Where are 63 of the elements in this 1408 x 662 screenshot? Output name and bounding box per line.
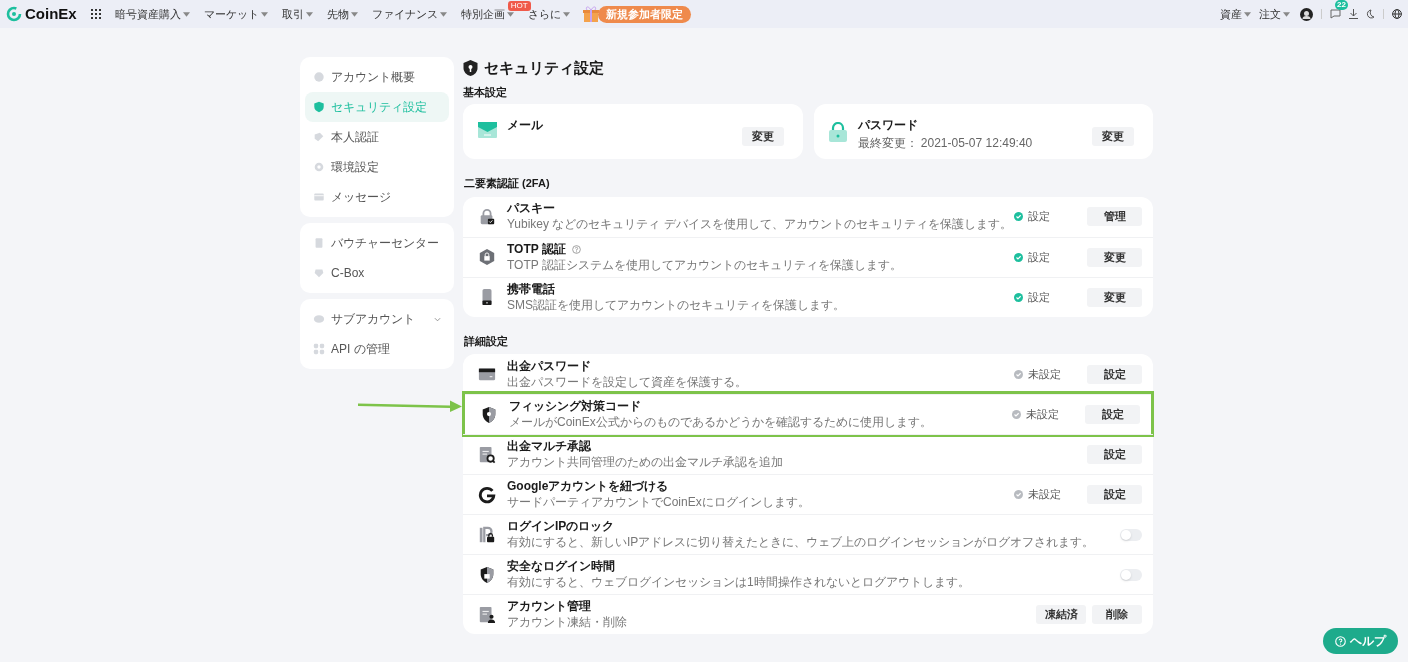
- action-button[interactable]: 凍結済: [1036, 605, 1086, 624]
- page-title: セキュリティ設定: [484, 58, 604, 78]
- card-title: メール: [507, 117, 544, 134]
- row-title: 出金パスワード: [507, 358, 591, 374]
- message-count-badge: 22: [1335, 0, 1348, 10]
- action-button[interactable]: 設定: [1087, 445, 1142, 464]
- nav-menu-item[interactable]: 先物: [326, 5, 349, 23]
- row-title: TOTP 認証: [507, 241, 566, 257]
- row-description: TOTP 認証システムを使用してアカウントのセキュリティを保護します。: [507, 256, 903, 273]
- row-description: サードパーティアカウントでCoinExにログインします。: [507, 494, 811, 510]
- action-button[interactable]: 変更: [1087, 287, 1142, 307]
- row-title: ログインIPのロック: [507, 519, 615, 534]
- action-button[interactable]: 変更: [741, 126, 784, 146]
- card-title: パスワード: [857, 117, 919, 134]
- row-description: アカウント共同管理のための出金マルチ承認を追加: [507, 454, 784, 470]
- sidebar-item[interactable]: 本人認証: [305, 122, 449, 152]
- row-description: 有効にすると、新しいIPアドレスに切り替えたときに、ウェブ上のログインセッションがログオフされます。: [507, 534, 1096, 550]
- action-button[interactable]: 設定: [1087, 485, 1142, 504]
- sidebar-item[interactable]: C-Box: [305, 258, 449, 288]
- status-label: 設定: [1028, 249, 1050, 265]
- action-button[interactable]: 削除: [1092, 605, 1142, 624]
- sidebar-item[interactable]: API の管理: [305, 334, 449, 364]
- section-heading: 二要素認証 (2FA): [464, 176, 551, 191]
- sidebar-item[interactable]: アカウント概要: [305, 62, 449, 92]
- status-label: 未設定: [1026, 407, 1059, 423]
- row-title: フィッシング対策コード: [509, 399, 641, 414]
- action-button[interactable]: 設定: [1085, 405, 1140, 424]
- row-description: アカウント凍結・削除: [507, 614, 628, 630]
- row-title: Googleアカウントを紐づける: [507, 479, 669, 494]
- sidebar-item[interactable]: メッセージ: [305, 182, 449, 212]
- row-title: 携帯電話: [507, 281, 555, 297]
- action-button[interactable]: 変更: [1092, 126, 1134, 146]
- sidebar-item[interactable]: サブアカウント: [305, 304, 449, 334]
- nav-menu-item[interactable]: 暗号資産購入: [114, 5, 181, 23]
- sidebar-item[interactable]: 環境設定: [305, 152, 449, 182]
- action-button[interactable]: 変更: [1087, 247, 1142, 267]
- nav-menu-item[interactable]: マーケット: [203, 5, 259, 23]
- section-heading: 詳細設定: [464, 333, 509, 349]
- logo-text[interactable]: CoinEx: [25, 2, 77, 26]
- action-button[interactable]: 設定: [1087, 364, 1142, 384]
- row-description: 有効にすると、ウェブログインセッションは1時間操作されないとログアウトします。: [507, 574, 971, 590]
- row-title: アカウント管理: [507, 599, 591, 614]
- nav-menu-item[interactable]: 資産: [1220, 5, 1242, 23]
- row-description: 出金パスワードを設定して資産を保護する。: [507, 373, 748, 390]
- row-title: 安全なログイン時間: [507, 559, 615, 574]
- status-label: 未設定: [1028, 366, 1061, 382]
- row-title: 出金マルチ承認: [507, 439, 591, 454]
- card-subtitle: 最終変更： 2021-05-07 12:49:40: [857, 135, 1034, 152]
- sidebar-item[interactable]: バウチャーセンター: [305, 228, 449, 258]
- row-description: Yubikey などのセキュリティ デバイスを使用して、アカウントのセキュリティを保護します。: [507, 216, 1013, 232]
- row-title: パスキー: [507, 201, 555, 216]
- nav-menu-item[interactable]: 特別企画: [460, 5, 505, 23]
- nav-menu-item[interactable]: 取引: [281, 5, 304, 23]
- action-button[interactable]: 管理: [1087, 207, 1142, 226]
- nav-menu-item[interactable]: 注文: [1259, 5, 1281, 23]
- status-label: 設定: [1028, 289, 1050, 305]
- row-description: SMS認証を使用してアカウントのセキュリティを保護します。: [507, 296, 846, 313]
- section-heading: 基本設定: [463, 84, 508, 100]
- nav-menu-item[interactable]: ファイナンス: [371, 5, 438, 23]
- row-description: メールがCoinEx公式からのものであるかどうかを確認するために使用します。: [509, 414, 933, 430]
- status-label: 設定: [1028, 209, 1050, 225]
- hot-badge: HOT: [507, 0, 531, 11]
- status-label: 未設定: [1028, 487, 1061, 503]
